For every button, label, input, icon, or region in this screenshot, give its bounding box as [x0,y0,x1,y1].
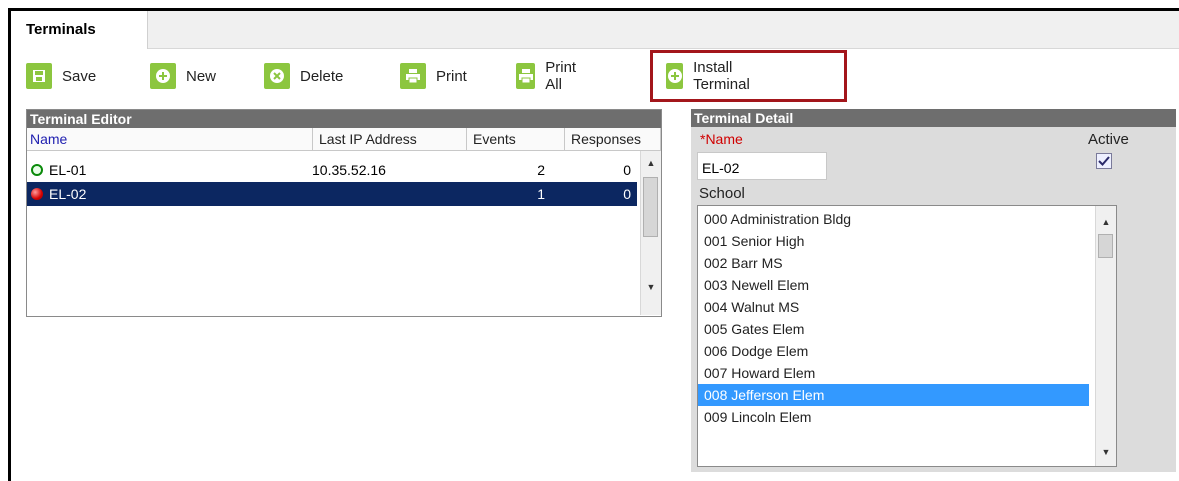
list-item[interactable]: 006 Dodge Elem [698,340,1089,362]
list-item[interactable]: 003 Newell Elem [698,274,1089,296]
delete-label: Delete [300,67,344,85]
status-online-icon [31,164,43,176]
list-item[interactable]: 009 Lincoln Elem [698,406,1089,428]
row-last-ip: 10.35.52.16 [312,162,386,178]
row-events: 2 [537,162,545,178]
terminal-table-header: Name Last IP Address Events Responses [27,128,661,151]
list-item[interactable]: 005 Gates Elem [698,318,1089,340]
terminal-detail-title: Terminal Detail [691,109,1176,127]
scroll-thumb[interactable] [1098,234,1113,258]
column-header-last-ip[interactable]: Last IP Address [313,128,467,150]
printer-icon [400,63,426,89]
delete-button[interactable]: Delete [264,58,343,94]
table-row[interactable]: EL-02 1 0 [27,182,637,206]
save-icon [26,63,52,89]
active-checkbox[interactable] [1096,153,1112,169]
name-label: *Name [700,131,743,147]
list-item[interactable]: 002 Barr MS [698,252,1089,274]
list-item[interactable]: 000 Administration Bldg [698,208,1089,230]
active-label: Active [1088,131,1129,148]
list-item[interactable]: 004 Walnut MS [698,296,1089,318]
scroll-down-arrow-icon[interactable]: ▼ [641,279,661,295]
new-button[interactable]: New [150,58,216,94]
row-responses: 0 [623,186,631,202]
scroll-down-arrow-icon[interactable]: ▼ [1096,444,1116,460]
printer-icon [516,63,536,89]
terminal-editor-panel: Terminal Editor Name Last IP Address Eve… [26,109,662,317]
column-header-name[interactable]: Name [27,128,313,150]
school-label: School [699,185,745,202]
row-name: EL-02 [49,186,87,202]
terminal-table-body: EL-01 10.35.52.16 2 0 EL-02 1 0 ▲ ▼ [27,151,661,317]
list-item[interactable]: 001 Senior High [698,230,1089,252]
column-header-responses[interactable]: Responses [565,128,661,150]
install-terminal-highlight [650,50,847,102]
print-label: Print [436,67,467,85]
print-all-label: Print All [545,59,577,93]
tab-terminals[interactable]: Terminals [11,11,148,49]
window-frame-left [8,8,11,481]
school-scrollbar[interactable]: ▲ ▼ [1095,206,1116,466]
plus-circle-icon [150,63,176,89]
print-button[interactable]: Print [400,58,467,94]
row-name: EL-01 [49,162,87,178]
new-label: New [186,67,217,85]
list-item[interactable]: 007 Howard Elem [698,362,1089,384]
editor-scrollbar[interactable]: ▲ ▼ [640,151,661,315]
print-all-button[interactable]: Print All [516,58,583,94]
name-input[interactable] [697,152,827,180]
checkmark-icon [1098,156,1110,166]
terminal-detail-panel: Terminal Detail *Name Active School 000 … [691,109,1176,472]
column-header-events[interactable]: Events [467,128,565,150]
row-events: 1 [537,186,545,202]
status-offline-icon [31,188,43,200]
list-item-selected[interactable]: 008 Jefferson Elem [698,384,1089,406]
scroll-thumb[interactable] [643,177,658,237]
terminal-editor-title: Terminal Editor [27,110,661,128]
save-label: Save [62,67,97,85]
save-button[interactable]: Save [26,58,96,94]
delete-circle-icon [264,63,290,89]
school-listbox[interactable]: 000 Administration Bldg 001 Senior High … [697,205,1117,467]
scroll-up-arrow-icon[interactable]: ▲ [1096,214,1116,230]
scroll-up-arrow-icon[interactable]: ▲ [641,155,661,171]
table-row[interactable]: EL-01 10.35.52.16 2 0 [27,158,637,182]
tab-bar: Terminals [11,11,1179,49]
row-responses: 0 [623,162,631,178]
